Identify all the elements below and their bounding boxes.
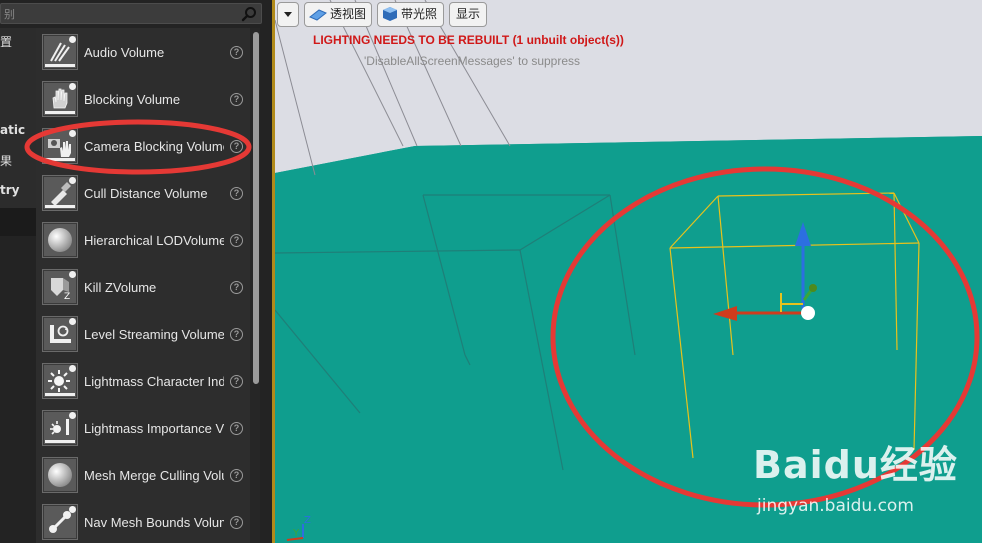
list-item-label: Audio Volume — [84, 45, 165, 60]
annotation-ellipse — [24, 119, 252, 175]
show-button[interactable]: 显示 — [449, 2, 487, 27]
list-item-label: Lightmass Character Indirect Detail Volu… — [84, 374, 224, 389]
list-item-label: Lightmass Importance Volume — [84, 421, 224, 436]
list-item-label: Kill ZVolume — [84, 280, 157, 295]
volume-actor-list: Audio Volume ? Blocking Volume ? Camera … — [36, 28, 250, 543]
axis-label-y: Y — [292, 528, 300, 539]
list-item-label: Hierarchical LODVolume — [84, 233, 224, 248]
help-icon[interactable]: ? — [230, 328, 243, 341]
watermark-logo: Baidu经验 — [753, 443, 958, 487]
cull-distance-icon — [42, 175, 78, 211]
list-item-label: Level Streaming Volume — [84, 327, 224, 342]
help-icon[interactable]: ? — [230, 516, 243, 529]
search-placeholder: 别 — [4, 8, 15, 21]
help-icon[interactable]: ? — [230, 234, 243, 247]
sphere-icon — [42, 222, 78, 258]
lighting-warning: LIGHTING NEEDS TO BE REBUILT (1 unbuilt … — [313, 33, 624, 47]
search-input[interactable]: 别 — [0, 3, 262, 24]
category-item[interactable]: try — [0, 183, 36, 201]
level-streaming-icon — [42, 316, 78, 352]
help-icon[interactable]: ? — [230, 375, 243, 388]
show-label: 显示 — [455, 7, 480, 21]
sphere-icon — [42, 457, 78, 493]
help-icon[interactable]: ? — [230, 469, 243, 482]
lightbulb-icon — [42, 410, 78, 446]
baidu-watermark: Baidu经验 jingyan.baidu.com — [753, 434, 982, 524]
kill-z-icon: Z — [42, 269, 78, 305]
list-item[interactable]: Hierarchical LODVolume ? — [36, 217, 250, 264]
triangle-down-icon — [284, 11, 292, 17]
help-icon[interactable]: ? — [230, 46, 243, 59]
perspective-label: 透视图 — [330, 7, 367, 21]
lit-cube-icon — [383, 6, 397, 21]
list-item[interactable]: Z Kill ZVolume ? — [36, 264, 250, 311]
list-item[interactable]: Mesh Merge Culling Volume ? — [36, 452, 250, 499]
list-item[interactable]: Blocking Volume ? — [36, 76, 250, 123]
category-list-footer — [0, 208, 36, 236]
axis-label-z: Z — [304, 515, 311, 526]
help-icon[interactable]: ? — [230, 422, 243, 435]
perspective-button[interactable]: 透视图 — [304, 2, 372, 27]
list-item[interactable]: Audio Volume ? — [36, 29, 250, 76]
viewport-options-button[interactable] — [277, 2, 299, 27]
list-item-label: Nav Mesh Bounds Volume — [84, 515, 224, 530]
lit-mode-label: 带光照 — [401, 7, 438, 21]
place-actors-panel: 别 置 atic 果 try Audio Volume ? Blocking V… — [0, 0, 272, 543]
list-item-label: Blocking Volume — [84, 92, 181, 107]
sun-icon — [42, 363, 78, 399]
list-item-label: Cull Distance Volume — [84, 186, 208, 201]
hand-icon — [42, 81, 78, 117]
audio-volume-icon — [42, 34, 78, 70]
list-item-label: Mesh Merge Culling Volume — [84, 468, 224, 483]
list-item[interactable]: Lightmass Importance Volume ? — [36, 405, 250, 452]
help-icon[interactable]: ? — [230, 281, 243, 294]
list-item[interactable]: Lightmass Character Indirect Detail Volu… — [36, 358, 250, 405]
nav-mesh-icon — [42, 504, 78, 540]
watermark-site: jingyan.baidu.com — [757, 496, 914, 516]
help-icon[interactable]: ? — [230, 187, 243, 200]
scrollbar-thumb[interactable] — [253, 32, 259, 384]
level-viewport[interactable]: Z Y 透视图 带光照 显示 LIGHTING NEEDS TO BE REBU… — [275, 0, 982, 543]
lit-mode-button[interactable]: 带光照 — [377, 2, 444, 27]
suppress-hint: 'DisableAllScreenMessages' to suppress — [364, 54, 581, 68]
list-item[interactable]: Level Streaming Volume ? — [36, 311, 250, 358]
list-item[interactable]: Nav Mesh Bounds Volume ? — [36, 499, 250, 543]
svg-text:Z: Z — [64, 292, 70, 300]
perspective-icon — [309, 8, 327, 21]
search-icon[interactable] — [241, 6, 257, 22]
category-list: 置 atic 果 try — [0, 28, 36, 208]
category-item[interactable]: 置 — [0, 33, 36, 51]
help-icon[interactable]: ? — [230, 93, 243, 106]
